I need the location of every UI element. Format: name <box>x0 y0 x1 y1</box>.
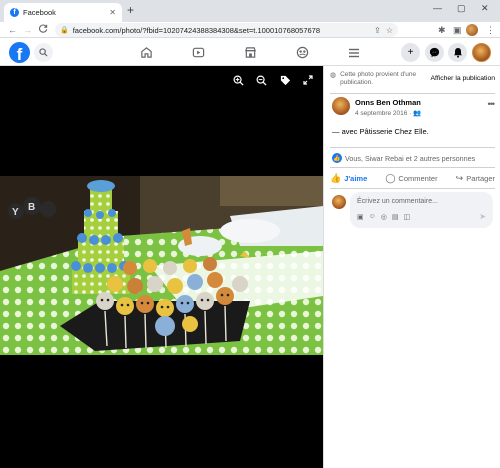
share-arrow-icon: ↪ <box>455 172 464 183</box>
svg-text:Y: Y <box>12 207 19 218</box>
reactions-text[interactable]: Vous, Siwar Rebai et 2 autres personnes <box>345 154 475 163</box>
svg-text:B: B <box>28 202 35 213</box>
home-button[interactable] <box>138 45 154 60</box>
comment-tools: ▣ ☺ ◎ ▤ ◫ <box>357 213 410 221</box>
facebook-logo[interactable]: f <box>9 42 30 63</box>
watch-icon <box>192 47 204 58</box>
post-photo[interactable]: Y B <box>0 176 323 355</box>
gif-icon[interactable]: ▤ <box>392 213 399 221</box>
globe-icon: ◍ <box>330 72 337 79</box>
send-icon[interactable]: ➤ <box>479 212 486 221</box>
side-panel-icon[interactable]: ▣ <box>453 25 462 35</box>
window-close-button[interactable]: ✕ <box>481 4 489 13</box>
comment-input[interactable]: Écrivez un commentaire... ▣ ☺ ◎ ▤ ◫ ➤ <box>350 192 493 228</box>
reactions-summary[interactable]: 👍 Vous, Siwar Rebai et 2 autres personne… <box>332 153 475 163</box>
camera-icon[interactable]: ◎ <box>381 213 387 221</box>
reload-button[interactable] <box>39 23 48 37</box>
messenger-button[interactable] <box>425 43 444 62</box>
author-avatar[interactable] <box>332 97 350 115</box>
like-button[interactable]: 👍 J'aime <box>330 169 367 187</box>
extensions-icon[interactable]: ✱ <box>438 25 446 35</box>
comment-composer: Écrivez un commentaire... ▣ ☺ ◎ ▤ ◫ ➤ <box>332 192 494 228</box>
avatar-sticker-icon[interactable]: ▣ <box>357 213 364 221</box>
groups-button[interactable] <box>294 45 310 60</box>
comment-button[interactable]: ◯ Commenter <box>385 169 437 187</box>
photo-details-panel: ◍ Cette photo provient d'une publication… <box>323 66 500 468</box>
post-author: Onns Ben Othman 4 septembre 2016 · 👥 ••• <box>332 97 496 121</box>
photo-viewer: Y B <box>0 66 323 468</box>
browser-profile-avatar[interactable] <box>466 24 478 36</box>
zoom-out-icon[interactable] <box>256 75 267 89</box>
comment-placeholder[interactable]: Écrivez un commentaire... <box>357 198 438 205</box>
post-date[interactable]: 4 septembre 2016 · 👥 <box>355 109 421 117</box>
groups-icon <box>296 46 308 59</box>
watch-button[interactable] <box>190 45 206 60</box>
tab-title: Facebook <box>23 8 56 17</box>
lock-icon: 🔒 <box>60 27 69 34</box>
notifications-button[interactable] <box>448 43 467 62</box>
menu-icon <box>349 48 359 57</box>
author-name[interactable]: Onns Ben Othman <box>355 98 421 107</box>
facebook-favicon-icon: f <box>10 8 19 17</box>
like-reaction-icon: 👍 <box>332 153 342 163</box>
browser-menu-icon[interactable]: ⋮ <box>486 25 495 35</box>
messenger-icon <box>429 47 440 58</box>
address-toolbar: ← → 🔒 facebook.com/photo/?fbid=102074243… <box>0 22 500 38</box>
divider <box>330 93 495 94</box>
commenter-avatar[interactable] <box>332 195 346 209</box>
sticker-icon[interactable]: ◫ <box>404 213 411 221</box>
search-button[interactable] <box>34 43 53 62</box>
reload-icon <box>39 24 48 33</box>
post-actions: 👍 J'aime ◯ Commenter ↪ Partager <box>330 169 495 187</box>
notifications-icon <box>453 48 462 58</box>
back-button[interactable]: ← <box>8 23 17 37</box>
shared-note: Cette photo provient d'une publication. <box>340 71 417 86</box>
fullscreen-icon[interactable] <box>303 75 313 88</box>
minimize-button[interactable]: — <box>433 4 442 13</box>
tagged-page-link[interactable]: Pâtisserie Chez Elle <box>360 127 427 136</box>
url-bar[interactable]: 🔒 facebook.com/photo/?fbid=1020742438838… <box>55 23 398 37</box>
forward-button[interactable]: → <box>23 23 32 37</box>
zoom-in-icon[interactable] <box>233 75 244 89</box>
more-options-icon[interactable]: ••• <box>488 99 496 109</box>
search-icon <box>39 48 48 57</box>
divider <box>330 147 495 148</box>
share-button[interactable]: ↪ Partager <box>456 169 495 187</box>
divider <box>330 188 495 189</box>
new-tab-button[interactable]: + <box>127 4 134 16</box>
marketplace-button[interactable] <box>242 45 258 60</box>
create-button[interactable]: + <box>401 43 420 62</box>
url-text[interactable]: facebook.com/photo/?fbid=102074243883843… <box>73 26 369 35</box>
emoji-icon[interactable]: ☺ <box>369 213 376 221</box>
marketplace-icon <box>244 47 256 58</box>
share-page-icon[interactable]: ⇪ <box>374 26 381 35</box>
home-icon <box>140 47 152 58</box>
view-post-link[interactable]: Afficher la publication <box>431 71 495 91</box>
browser-tab-bar: f Facebook ✕ + — ▢ ✕ <box>0 0 500 22</box>
create-icon: + <box>407 46 414 58</box>
post-caption: — avec Pâtisserie Chez Elle. <box>332 127 429 136</box>
cake-pops-photo-image: Y B <box>0 176 323 355</box>
menu-button[interactable] <box>346 45 362 60</box>
bookmark-star-icon[interactable]: ☆ <box>386 26 393 35</box>
browser-tab[interactable]: f Facebook ✕ <box>4 3 122 22</box>
tab-close-icon[interactable]: ✕ <box>109 8 116 17</box>
facebook-top-nav: f + <box>0 39 500 66</box>
friends-audience-icon: 👥 <box>413 110 422 117</box>
tag-icon[interactable] <box>280 75 291 89</box>
account-avatar[interactable] <box>472 43 491 62</box>
shared-from-post-row: ◍ Cette photo provient d'une publication… <box>330 71 495 91</box>
maximize-button[interactable]: ▢ <box>457 4 466 13</box>
comment-bubble-icon: ◯ <box>385 172 396 183</box>
thumbs-up-icon: 👍 <box>330 172 342 183</box>
divider <box>330 167 495 168</box>
